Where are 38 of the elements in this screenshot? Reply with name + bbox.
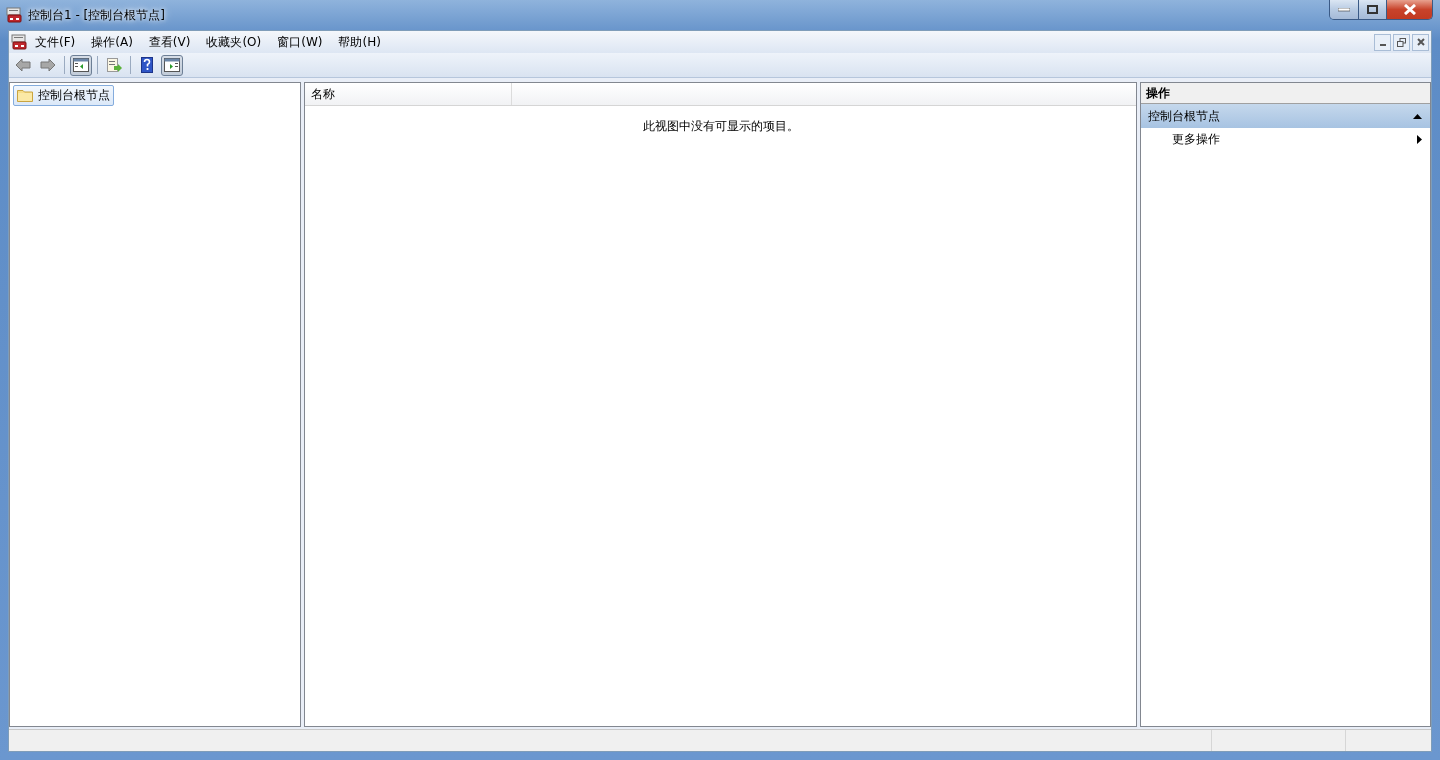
export-list-icon bbox=[106, 57, 122, 73]
menu-item[interactable]: 操作(A) bbox=[83, 30, 141, 54]
window-pane-icon bbox=[164, 58, 180, 72]
section-title: 控制台根节点 bbox=[1148, 107, 1220, 125]
empty-list-message: 此视图中没有可显示的项目。 bbox=[642, 119, 799, 133]
folder-icon bbox=[17, 89, 33, 102]
maximize-button[interactable] bbox=[1358, 0, 1386, 19]
tree-item-label: 控制台根节点 bbox=[38, 87, 110, 104]
menu-item[interactable]: 文件(F) bbox=[27, 30, 84, 54]
minimize-icon bbox=[1338, 7, 1350, 12]
app-icon bbox=[11, 34, 27, 50]
submenu-arrow-icon bbox=[1417, 134, 1422, 144]
close-button[interactable] bbox=[1412, 33, 1429, 51]
actions-pane-title: 操作 bbox=[1141, 83, 1430, 104]
tree-item[interactable]: 控制台根节点 bbox=[13, 85, 114, 106]
back-arrow-icon bbox=[15, 58, 31, 72]
help-icon bbox=[141, 57, 153, 73]
minimize-button[interactable] bbox=[1374, 33, 1391, 51]
pane-toggle-button[interactable] bbox=[161, 54, 183, 76]
forward-arrow-icon bbox=[40, 58, 56, 72]
action-label: 更多操作 bbox=[1172, 130, 1220, 148]
menu-item[interactable]: 窗口(W) bbox=[269, 30, 331, 54]
restore-button[interactable] bbox=[1393, 33, 1410, 51]
close-icon bbox=[1416, 38, 1425, 46]
action-item[interactable]: 更多操作 bbox=[1141, 128, 1430, 150]
close-button[interactable] bbox=[1386, 0, 1432, 19]
menu-item[interactable]: 收藏夹(O) bbox=[198, 30, 270, 54]
restore-icon bbox=[1397, 37, 1406, 47]
actions-section-header[interactable]: 控制台根节点 bbox=[1141, 104, 1430, 128]
menu-item[interactable]: 帮助(H) bbox=[330, 30, 389, 54]
menu-item[interactable]: 查看(V) bbox=[140, 30, 199, 54]
close-icon bbox=[1402, 4, 1417, 15]
window-title: 控制台1 - [控制台根节点] bbox=[28, 6, 166, 24]
window-pane-icon bbox=[73, 58, 89, 72]
app-icon bbox=[6, 7, 22, 23]
maximize-icon bbox=[1367, 5, 1378, 14]
collapse-triangle-icon bbox=[1413, 113, 1422, 119]
tree-toggle-button[interactable] bbox=[70, 54, 92, 76]
